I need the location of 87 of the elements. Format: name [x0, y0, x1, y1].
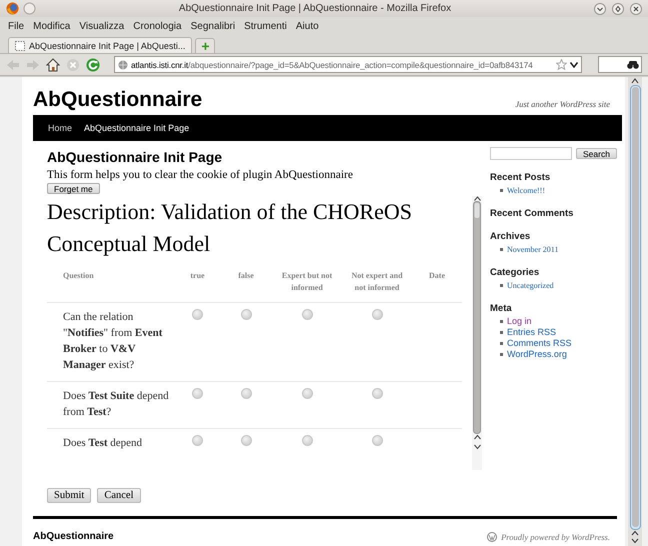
column-header: false [220, 270, 272, 302]
binoculars-icon[interactable] [627, 60, 639, 69]
sidebar-link[interactable]: Entries RSS [507, 327, 556, 338]
search-input[interactable] [490, 147, 572, 160]
form-button[interactable]: Cancel [97, 488, 140, 503]
globe-icon [118, 60, 128, 70]
search-button[interactable]: Search [576, 148, 617, 159]
widget-title: Categories [490, 267, 540, 278]
firefox-icon [6, 2, 19, 15]
address-field[interactable]: atlantis.isti.cnr.it/abquestionnaire/?page_id=5&AbQuestionnaire_action=compile&questionnaire_id=0afb843174 [114, 56, 582, 73]
sidebar-link[interactable]: WordPress.org [507, 349, 567, 360]
footer-site-title[interactable]: AbQuestionnaire [33, 531, 114, 542]
site-title[interactable]: AbQuestionnaire [33, 88, 202, 112]
wordpress-logo-icon [487, 532, 498, 542]
menu-item[interactable]: Modifica [33, 20, 70, 32]
radio-button[interactable] [372, 309, 382, 320]
home-icon[interactable] [46, 58, 60, 72]
menu-item[interactable]: Strumenti [244, 20, 287, 32]
page-heading: AbQuestionnaire Init Page [47, 149, 224, 165]
radio-button[interactable] [192, 309, 203, 320]
sidebar-link[interactable]: Comments RSS [507, 338, 572, 349]
radio-button[interactable] [240, 388, 252, 399]
window-circle-icon [23, 2, 36, 15]
menu-item[interactable]: Segnalibri [190, 20, 236, 32]
question-text: Does Test depend [47, 428, 175, 459]
menu-item[interactable]: Cronologia [133, 20, 182, 32]
radio-button[interactable] [372, 388, 382, 399]
radio-button[interactable] [302, 309, 312, 320]
widget-title: Recent Comments [490, 208, 574, 219]
close-icon[interactable] [630, 2, 642, 14]
bullet-icon [500, 248, 503, 251]
reload-icon[interactable] [86, 58, 100, 72]
scroll-down-arrows-icon[interactable] [474, 434, 480, 450]
maximize-icon[interactable] [612, 2, 624, 14]
menu-item[interactable]: File [8, 20, 24, 32]
column-header: Expert but not informed [272, 270, 342, 302]
scroll-up-icon[interactable] [474, 196, 480, 201]
window-title: AbQuestionnaire Init Page | AbQuestionnaire - Mozilla Firefox [178, 3, 452, 14]
menu-item[interactable]: Visualizza [79, 20, 124, 32]
radio-button[interactable] [372, 435, 382, 446]
sidebar-link[interactable]: Welcome!!! [507, 185, 545, 196]
footer-credit[interactable]: Proudly powered by WordPress. [487, 532, 610, 542]
description-heading: Description: Validation of the CHOReOS Conceptual Model [47, 198, 413, 258]
column-header: true [175, 270, 220, 302]
bullet-icon [500, 331, 503, 334]
sidebar-link[interactable]: November 2011 [507, 244, 558, 255]
page-icon [15, 40, 25, 50]
scrollbar-thumb[interactable] [630, 85, 640, 530]
form-button[interactable]: Submit [47, 488, 92, 503]
column-header: Date [412, 270, 462, 302]
column-header: Question [47, 270, 175, 302]
intro-text: This form helps you to clear the cookie of plugin AbQuestionnaire [47, 169, 354, 181]
radio-button[interactable] [240, 309, 252, 320]
menu-item[interactable]: Aiuto [296, 20, 319, 32]
forget-me-button[interactable]: Forget me [47, 183, 100, 194]
radio-button[interactable] [192, 388, 203, 399]
radio-button[interactable] [302, 388, 312, 399]
nav-link[interactable]: Home [48, 123, 72, 133]
nav-link[interactable]: AbQuestionnaire Init Page [84, 123, 190, 133]
radio-button[interactable] [192, 435, 203, 446]
bullet-icon [500, 320, 503, 323]
radio-button[interactable] [302, 435, 312, 446]
column-header: Not expert and not informed [342, 270, 412, 302]
scroll-down-arrows-icon[interactable] [631, 530, 639, 544]
search-field[interactable] [598, 56, 642, 73]
star-icon[interactable] [556, 59, 567, 70]
bullet-icon [500, 342, 503, 345]
stop-icon[interactable] [66, 58, 80, 72]
browser-tab[interactable]: AbQuestionnaire Init Page | AbQuesti... [8, 37, 192, 53]
widget-title: Meta [490, 303, 513, 314]
bullet-icon [500, 353, 503, 356]
minimize-icon[interactable] [594, 2, 606, 14]
site-tagline: Just another WordPress site [515, 99, 610, 109]
sidebar-link[interactable]: Uncategorized [507, 280, 554, 291]
bullet-icon [500, 284, 503, 287]
scrollbar-thumb[interactable] [473, 201, 481, 434]
bullet-icon [500, 189, 503, 192]
sidebar-link[interactable]: Log in [507, 316, 532, 327]
scroll-up-icon[interactable] [631, 77, 639, 85]
dropdown-caret-icon[interactable] [570, 62, 578, 68]
radio-button[interactable] [240, 435, 252, 446]
back-arrow-icon[interactable] [6, 58, 20, 72]
question-text: Does Test Suite depend from Test? [47, 382, 175, 428]
widget-title: Archives [490, 231, 532, 242]
question-text: Can the relation "Notifies" from Event Broker to V&V Manager exist? [47, 302, 175, 382]
forward-arrow-icon[interactable] [26, 58, 40, 72]
widget-title: Recent Posts [490, 172, 552, 183]
